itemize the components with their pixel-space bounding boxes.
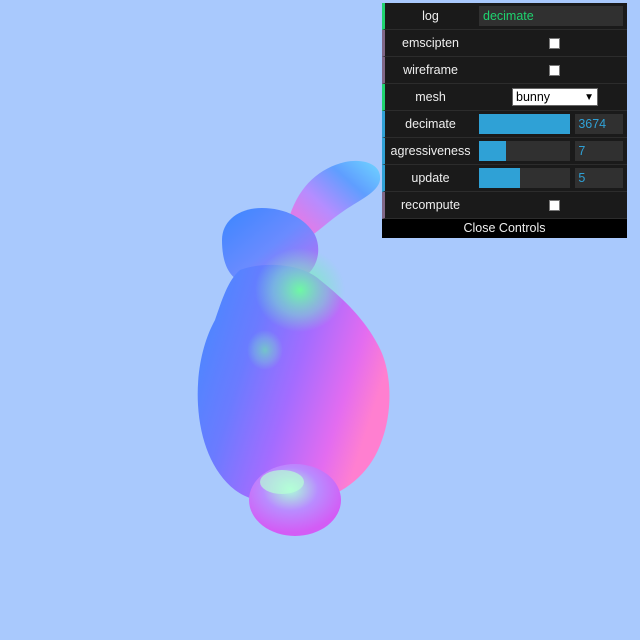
agressiveness-slider-fill — [479, 141, 507, 161]
emscipten-label: emscipten — [402, 36, 459, 50]
decimate-slider-fill — [479, 114, 571, 134]
close-controls-button[interactable]: Close Controls — [382, 219, 627, 238]
update-label: update — [411, 171, 450, 185]
agressiveness-value-input[interactable]: 7 — [575, 141, 623, 161]
wireframe-row: wireframe — [382, 57, 627, 84]
decimate-label: decimate — [405, 117, 456, 131]
mesh-select[interactable]: bunny ▼ — [512, 88, 598, 106]
agressiveness-label: agressiveness — [390, 144, 471, 158]
update-slider-fill — [479, 168, 521, 188]
log-row: log decimate — [382, 3, 627, 30]
mesh-selected-value: bunny — [516, 90, 551, 104]
update-row: update 5 — [382, 165, 627, 192]
recompute-checkbox[interactable] — [549, 199, 560, 211]
emscipten-row: emscipten — [382, 30, 627, 57]
controls-panel: log decimate emscipten wireframe mesh bu… — [382, 3, 627, 238]
agressiveness-slider[interactable] — [479, 141, 571, 161]
mesh-label: mesh — [415, 90, 446, 104]
log-label: log — [422, 9, 439, 23]
wireframe-checkbox[interactable] — [549, 64, 560, 76]
decimate-slider[interactable] — [479, 114, 571, 134]
mesh-row: mesh bunny ▼ — [382, 84, 627, 111]
update-value-input[interactable]: 5 — [575, 168, 623, 188]
agressiveness-row: agressiveness 7 — [382, 138, 627, 165]
recompute-label: recompute — [400, 198, 461, 212]
update-slider[interactable] — [479, 168, 571, 188]
emscipten-checkbox[interactable] — [549, 37, 560, 49]
wireframe-label: wireframe — [403, 63, 458, 77]
recompute-row: recompute — [382, 192, 627, 219]
log-input[interactable]: decimate — [479, 6, 623, 26]
decimate-value-input[interactable]: 3674 — [575, 114, 623, 134]
decimate-row: decimate 3674 — [382, 111, 627, 138]
chevron-down-icon: ▼ — [584, 91, 594, 103]
